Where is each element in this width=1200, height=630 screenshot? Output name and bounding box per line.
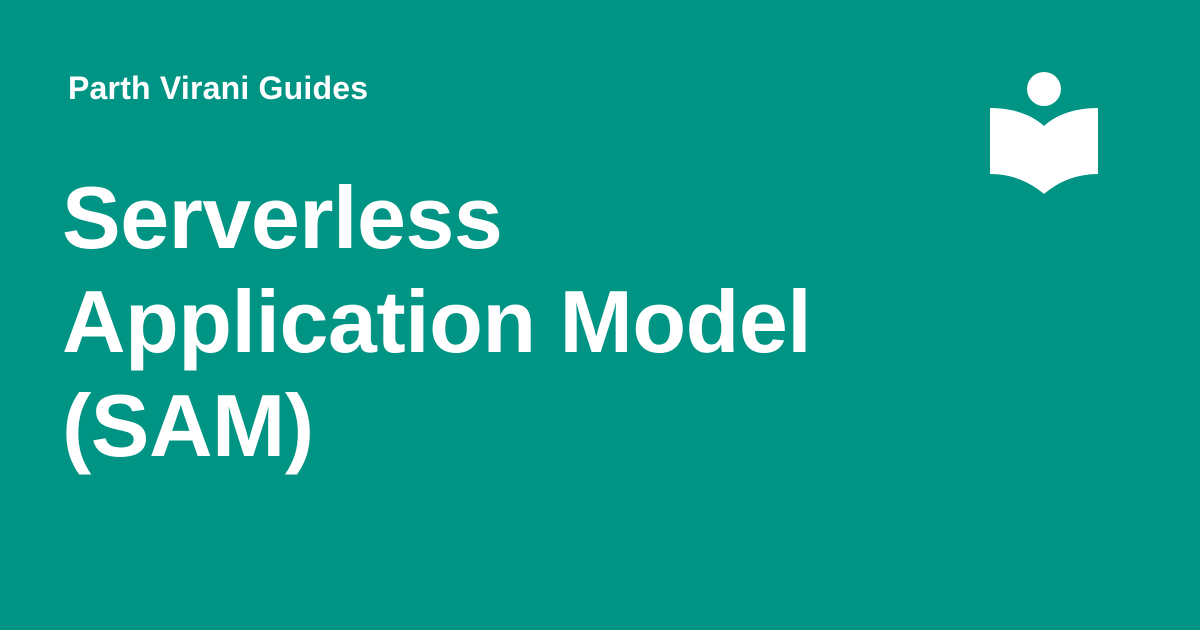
open-book-reader-icon: [988, 70, 1100, 198]
title-line-3: (SAM): [62, 376, 314, 475]
social-card: Parth Virani Guides Serverless Applicati…: [0, 0, 1200, 630]
brand-name: Parth Virani Guides: [68, 70, 369, 106]
page-title: Serverless Application Model (SAM): [62, 166, 962, 478]
title-line-2: Application Model: [62, 272, 812, 371]
title-line-1: Serverless: [62, 168, 503, 267]
